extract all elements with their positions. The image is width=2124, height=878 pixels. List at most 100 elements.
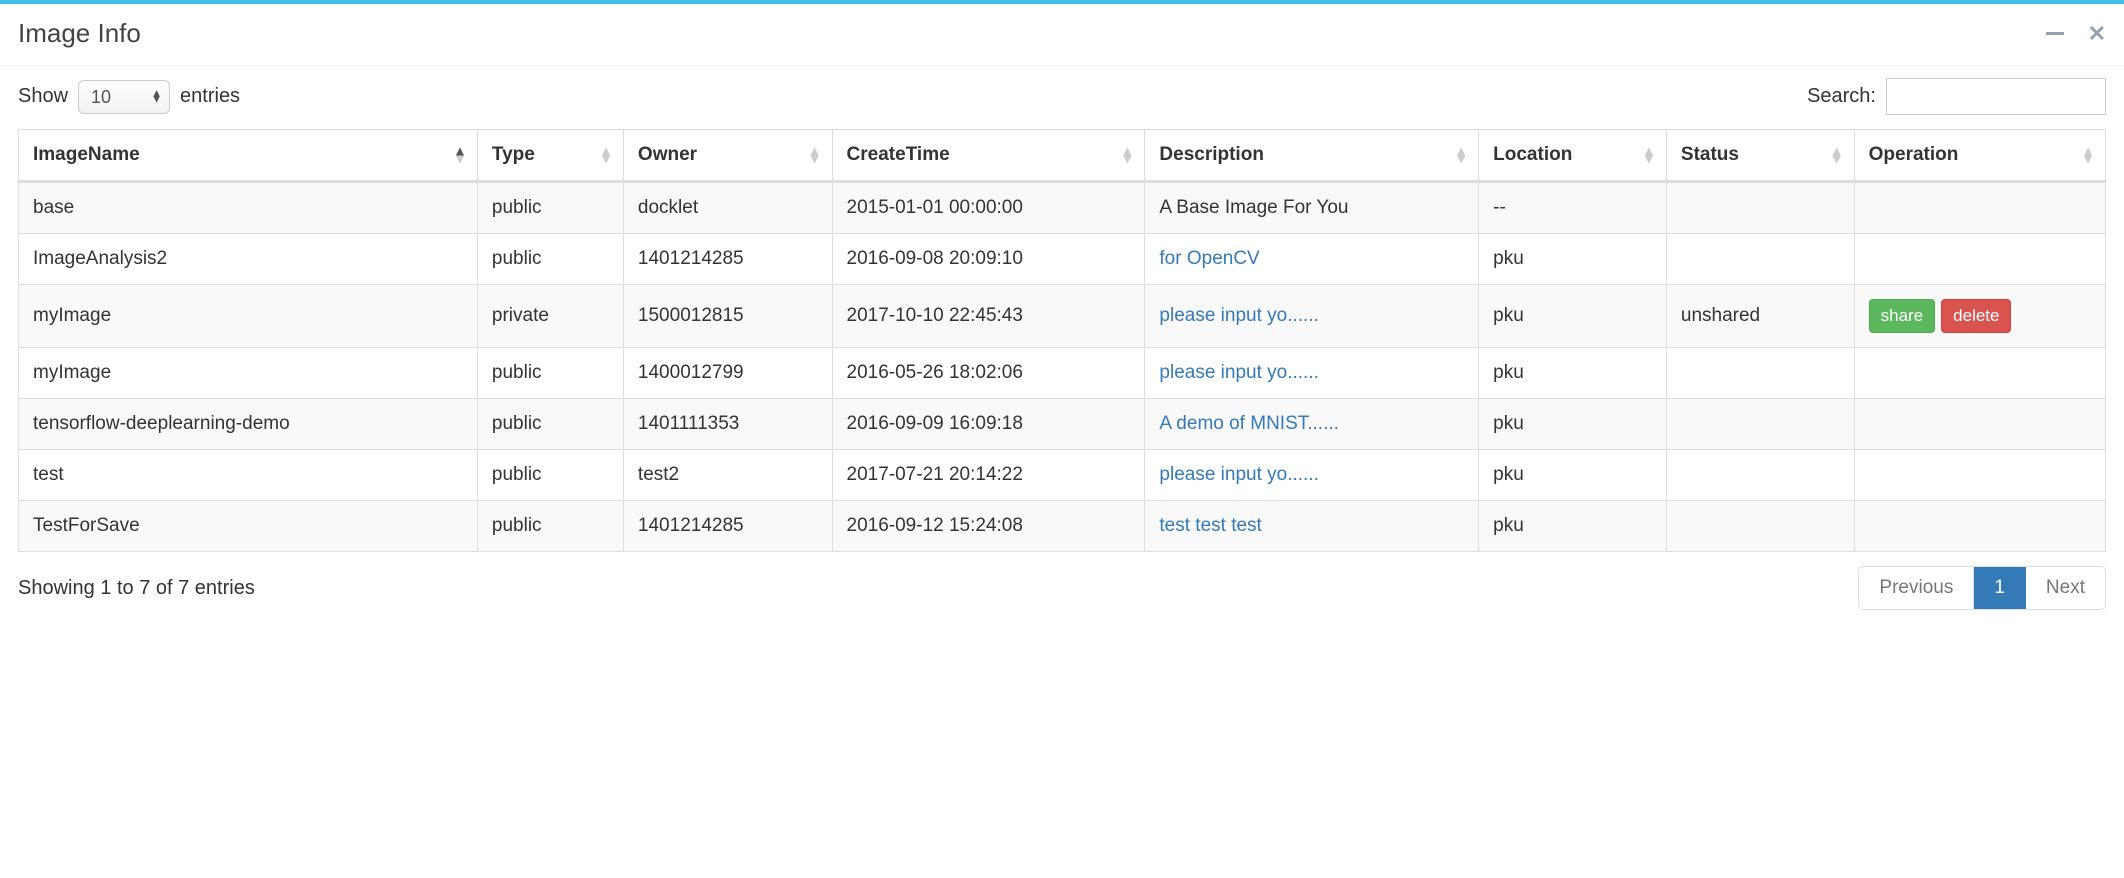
cell-imagename: TestForSave [19, 500, 478, 551]
col-status[interactable]: Status ▲▼ [1667, 130, 1855, 182]
table-toolbar: Show 10 ▲▼ entries Search: [18, 78, 2106, 115]
cell-status [1667, 347, 1855, 398]
cell-imagename: base [19, 182, 478, 233]
col-type-label: Type [492, 144, 535, 165]
cell-operation [1855, 398, 2105, 449]
cell-description: please input yo...... [1145, 347, 1479, 398]
sort-icon: ▲▼ [808, 147, 822, 162]
cell-type: public [478, 233, 624, 284]
sort-icon: ▲▼ [599, 147, 613, 162]
description-link[interactable]: please input yo...... [1159, 464, 1319, 485]
cell-operation: sharedelete [1855, 284, 2105, 347]
cell-type: public [478, 347, 624, 398]
image-table: ImageName ▲▼ Type ▲▼ Owner ▲▼ CreateTime… [18, 129, 2106, 552]
cell-type: public [478, 500, 624, 551]
cell-description: please input yo...... [1145, 284, 1479, 347]
table-row: tensorflow-deeplearning-demopublic140111… [19, 398, 2105, 449]
description-link[interactable]: test test test [1159, 515, 1261, 536]
cell-createtime: 2016-05-26 18:02:06 [833, 347, 1146, 398]
cell-location: pku [1479, 233, 1667, 284]
panel-body: Show 10 ▲▼ entries Search: [0, 66, 2124, 622]
table-row: ImageAnalysis2public14012142852016-09-08… [19, 233, 2105, 284]
cell-location: pku [1479, 398, 1667, 449]
cell-description: A Base Image For You [1145, 182, 1479, 233]
cell-description: test test test [1145, 500, 1479, 551]
cell-owner: docklet [624, 182, 833, 233]
col-operation[interactable]: Operation ▲▼ [1855, 130, 2105, 182]
col-owner[interactable]: Owner ▲▼ [624, 130, 833, 182]
description-link[interactable]: please input yo...... [1159, 362, 1319, 383]
table-row: myImageprivate15000128152017-10-10 22:45… [19, 284, 2105, 347]
cell-owner: 1500012815 [624, 284, 833, 347]
cell-createtime: 2017-10-10 22:45:43 [833, 284, 1146, 347]
table-row: TestForSavepublic14012142852016-09-12 15… [19, 500, 2105, 551]
sort-icon: ▲▼ [1830, 147, 1844, 162]
panel-header: Image Info ✕ [0, 4, 2124, 66]
search-label: Search: [1807, 85, 1876, 108]
description-link[interactable]: please input yo...... [1159, 305, 1319, 326]
table-head: ImageName ▲▼ Type ▲▼ Owner ▲▼ CreateTime… [19, 130, 2105, 182]
cell-operation [1855, 182, 2105, 233]
delete-button[interactable]: delete [1941, 299, 2011, 333]
col-owner-label: Owner [638, 144, 697, 165]
table-row: myImagepublic14000127992016-05-26 18:02:… [19, 347, 2105, 398]
table-info: Showing 1 to 7 of 7 entries [18, 577, 255, 600]
page-previous[interactable]: Previous [1859, 567, 1974, 609]
description-link[interactable]: for OpenCV [1159, 248, 1259, 269]
table-row: testpublictest22017-07-21 20:14:22please… [19, 449, 2105, 500]
col-location[interactable]: Location ▲▼ [1479, 130, 1667, 182]
description-link[interactable]: A demo of MNIST...... [1159, 413, 1339, 434]
cell-location: pku [1479, 500, 1667, 551]
page-1[interactable]: 1 [1974, 567, 2026, 609]
cell-status [1667, 500, 1855, 551]
col-type[interactable]: Type ▲▼ [478, 130, 624, 182]
cell-location: pku [1479, 449, 1667, 500]
panel-title: Image Info [18, 18, 141, 49]
panel-controls: ✕ [2046, 23, 2106, 45]
cell-operation [1855, 500, 2105, 551]
sort-icon: ▲▼ [453, 147, 467, 162]
table-body: basepublicdocklet2015-01-01 00:00:00A Ba… [19, 182, 2105, 551]
cell-status [1667, 182, 1855, 233]
cell-status [1667, 398, 1855, 449]
minimize-icon[interactable] [2046, 32, 2064, 35]
cell-type: public [478, 449, 624, 500]
sort-icon: ▲▼ [1121, 147, 1135, 162]
cell-status: unshared [1667, 284, 1855, 347]
cell-imagename: myImage [19, 347, 478, 398]
cell-createtime: 2016-09-09 16:09:18 [833, 398, 1146, 449]
col-createtime[interactable]: CreateTime ▲▼ [833, 130, 1146, 182]
cell-location: pku [1479, 347, 1667, 398]
sort-icon: ▲▼ [2081, 147, 2095, 162]
length-select-wrap: 10 ▲▼ [78, 80, 170, 114]
share-button[interactable]: share [1869, 299, 1936, 333]
col-description[interactable]: Description ▲▼ [1145, 130, 1479, 182]
cell-operation [1855, 449, 2105, 500]
cell-status [1667, 233, 1855, 284]
close-icon[interactable]: ✕ [2088, 23, 2106, 45]
col-imagename-label: ImageName [33, 144, 140, 165]
cell-operation [1855, 233, 2105, 284]
col-imagename[interactable]: ImageName ▲▼ [19, 130, 478, 182]
cell-createtime: 2016-09-08 20:09:10 [833, 233, 1146, 284]
cell-createtime: 2016-09-12 15:24:08 [833, 500, 1146, 551]
table-row: basepublicdocklet2015-01-01 00:00:00A Ba… [19, 182, 2105, 233]
page-next[interactable]: Next [2026, 567, 2105, 609]
cell-owner: 1400012799 [624, 347, 833, 398]
table-footer: Showing 1 to 7 of 7 entries Previous 1 N… [18, 566, 2106, 610]
cell-owner: 1401214285 [624, 233, 833, 284]
cell-type: private [478, 284, 624, 347]
cell-location: pku [1479, 284, 1667, 347]
sort-icon: ▲▼ [1454, 147, 1468, 162]
cell-createtime: 2015-01-01 00:00:00 [833, 182, 1146, 233]
pagination: Previous 1 Next [1858, 566, 2106, 610]
page-length-select[interactable]: 10 [78, 80, 170, 114]
cell-imagename: ImageAnalysis2 [19, 233, 478, 284]
show-label: Show [18, 85, 68, 108]
cell-owner: 1401111353 [624, 398, 833, 449]
cell-description: please input yo...... [1145, 449, 1479, 500]
image-info-panel: Image Info ✕ Show 10 ▲▼ entries S [0, 0, 2124, 622]
cell-imagename: myImage [19, 284, 478, 347]
cell-imagename: tensorflow-deeplearning-demo [19, 398, 478, 449]
search-input[interactable] [1886, 78, 2106, 115]
